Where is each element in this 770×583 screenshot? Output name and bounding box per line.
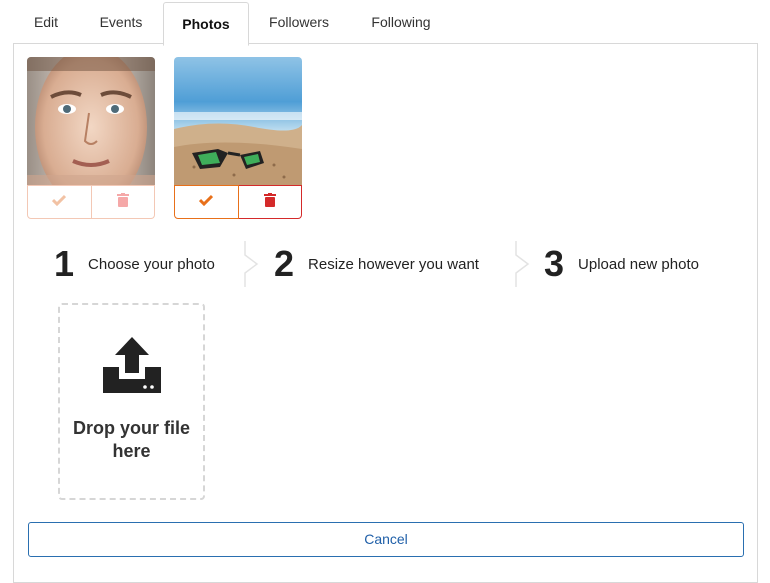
step-label: Choose your photo [88,255,215,273]
tab-edit[interactable]: Edit [13,0,79,44]
step-number: 2 [274,243,295,284]
step-number: 3 [544,243,565,284]
trash-icon [116,192,129,212]
approve-button[interactable] [27,185,92,219]
upload-icon [103,337,161,398]
delete-button[interactable] [238,185,302,219]
file-dropzone[interactable]: Drop your file here [58,303,205,500]
photo-actions [27,185,155,219]
delete-button[interactable] [91,185,155,219]
tab-events[interactable]: Events [79,0,163,44]
step-number: 1 [54,243,75,284]
tab-following[interactable]: Following [351,0,451,44]
check-icon [52,193,67,211]
photo-card [174,57,302,219]
step-label: Resize however you want [308,255,479,273]
chevron-right-icon [244,241,259,287]
trash-icon [263,192,276,212]
cancel-button[interactable]: Cancel [28,522,744,557]
check-icon [199,193,214,211]
tab-bar: Edit Events Photos Followers Following [13,0,759,46]
photo-sunglasses[interactable] [174,57,302,185]
approve-button[interactable] [174,185,239,219]
chevron-right-icon [515,241,530,287]
step-1: 1 Choose your photo [54,241,215,287]
photo-actions [174,185,302,219]
step-label: Upload new photo [578,255,699,273]
tab-photos[interactable]: Photos [163,2,249,46]
photo-portrait[interactable] [27,57,155,185]
tab-followers[interactable]: Followers [247,0,351,44]
photo-card [27,57,155,219]
step-3: 3 Upload new photo [544,241,699,287]
dropzone-label: Drop your file here [72,418,190,461]
step-2: 2 Resize however you want [274,241,479,287]
